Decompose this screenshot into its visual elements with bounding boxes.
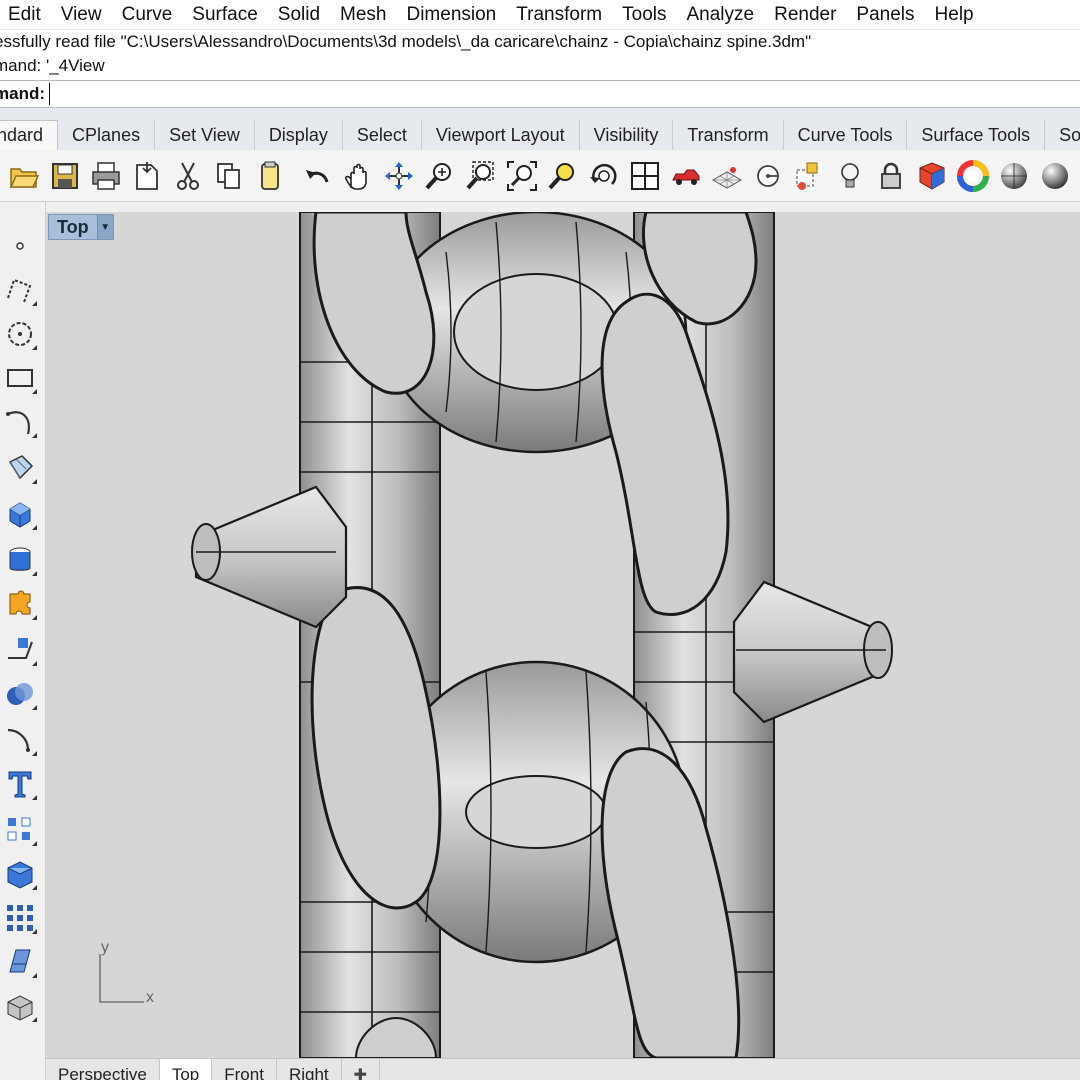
command-prompt-label: mand: [0, 84, 45, 103]
tab-cplanes[interactable]: CPlanes [58, 120, 156, 150]
four-view-icon[interactable] [627, 158, 663, 194]
box-icon[interactable] [0, 494, 40, 534]
rhino-window: Edit View Curve Surface Solid Mesh Dimen… [0, 0, 1080, 1080]
grid-icon[interactable] [709, 158, 745, 194]
menu-dimension[interactable]: Dimension [400, 4, 502, 26]
tab-solid-tools[interactable]: Solid T [1045, 120, 1080, 150]
menu-mesh[interactable]: Mesh [334, 4, 392, 26]
tab-standard[interactable]: ndard [0, 120, 59, 150]
zoom-selected-icon[interactable] [545, 158, 581, 194]
command-history-line: mand: '_4View [0, 56, 105, 75]
command-line: mand: [0, 80, 1080, 108]
tab-curve-tools[interactable]: Curve Tools [784, 120, 908, 150]
viewport-tab-right[interactable]: Right [277, 1059, 342, 1080]
menu-help[interactable]: Help [929, 4, 980, 26]
tab-viewport-layout[interactable]: Viewport Layout [422, 120, 580, 150]
axis-x-label: x [146, 989, 154, 1006]
text-icon[interactable] [0, 764, 40, 804]
car-icon[interactable] [668, 158, 704, 194]
fillet-icon[interactable] [0, 720, 40, 760]
tab-transform[interactable]: Transform [673, 120, 784, 150]
transform-icon[interactable] [0, 630, 40, 670]
menu-surface[interactable]: Surface [186, 4, 263, 26]
zoom-extents-icon[interactable] [504, 158, 540, 194]
lock-icon[interactable] [873, 158, 909, 194]
light-icon[interactable] [832, 158, 868, 194]
color-wheel-icon[interactable] [955, 158, 991, 194]
standard-toolbar [0, 150, 1080, 202]
axis-y-label: y [101, 939, 109, 956]
zoom-window-icon[interactable] [463, 158, 499, 194]
rotate-view-icon[interactable] [381, 158, 417, 194]
open-icon[interactable] [6, 158, 42, 194]
solid-tools-icon[interactable] [0, 854, 40, 894]
import-icon[interactable] [129, 158, 165, 194]
extrude-icon[interactable] [0, 942, 40, 982]
properties-icon[interactable] [791, 158, 827, 194]
menu-bar: Edit View Curve Surface Solid Mesh Dimen… [0, 0, 1080, 30]
toolbar-tabs: ndard CPlanes Set View Display Select Vi… [0, 108, 1080, 150]
menu-panels[interactable]: Panels [850, 4, 920, 26]
circle-icon[interactable] [0, 314, 40, 354]
boolean-icon[interactable] [0, 674, 40, 714]
viewport-title[interactable]: Top ▼ [48, 214, 114, 240]
command-input[interactable] [49, 83, 649, 105]
rectangle-icon[interactable] [0, 358, 40, 398]
chain-model-render: y x [99, 212, 893, 1058]
viewport-tab-top[interactable]: Top [159, 1059, 213, 1080]
cylinder-icon[interactable] [0, 540, 40, 580]
command-history-line: essfully read file "C:\Users\Alessandro\… [0, 32, 812, 51]
solid-box-icon[interactable] [0, 986, 40, 1026]
curve-icon[interactable] [0, 402, 40, 442]
surface-icon[interactable] [0, 448, 40, 488]
rendered-sphere-icon[interactable] [1037, 158, 1073, 194]
rotate-icon[interactable] [586, 158, 622, 194]
viewport-tab-front[interactable]: Front [212, 1059, 277, 1080]
undo-icon[interactable] [299, 158, 335, 194]
menu-transform[interactable]: Transform [510, 4, 608, 26]
menu-curve[interactable]: Curve [116, 4, 179, 26]
polyline-icon[interactable] [0, 270, 40, 310]
paste-icon[interactable] [252, 158, 288, 194]
command-history: essfully read file "C:\Users\Alessandro\… [0, 30, 1080, 80]
menu-analyze[interactable]: Analyze [680, 4, 760, 26]
cut-icon[interactable] [170, 158, 206, 194]
menu-solid[interactable]: Solid [272, 4, 326, 26]
pan-icon[interactable] [340, 158, 376, 194]
point-icon[interactable] [0, 226, 40, 266]
grid-array-icon[interactable] [0, 898, 40, 938]
viewport-name: Top [57, 216, 89, 237]
array-icon[interactable] [0, 810, 40, 850]
print-icon[interactable] [88, 158, 124, 194]
render-icon[interactable] [914, 158, 950, 194]
menu-tools[interactable]: Tools [616, 4, 672, 26]
world-axis-icon [99, 954, 144, 1003]
copy-icon[interactable] [211, 158, 247, 194]
add-viewport-icon[interactable]: ✚ [342, 1059, 381, 1080]
point-icon[interactable] [750, 158, 786, 194]
save-icon[interactable] [47, 158, 83, 194]
viewport-tabs: Perspective Top Front Right ✚ [46, 1058, 1080, 1080]
menu-edit[interactable]: Edit [2, 4, 47, 26]
left-sidebar-toolbar [0, 202, 46, 1080]
tab-select[interactable]: Select [343, 120, 422, 150]
tab-visibility[interactable]: Visibility [580, 120, 674, 150]
tab-surface-tools[interactable]: Surface Tools [907, 120, 1046, 150]
viewport-dropdown-icon[interactable]: ▼ [96, 215, 113, 239]
menu-view[interactable]: View [55, 4, 108, 26]
tab-display[interactable]: Display [255, 120, 343, 150]
zoom-icon[interactable] [422, 158, 458, 194]
shaded-sphere-icon[interactable] [996, 158, 1032, 194]
puzzle-icon[interactable] [0, 584, 40, 624]
tab-set-view[interactable]: Set View [155, 120, 255, 150]
menu-render[interactable]: Render [768, 4, 842, 26]
viewport-tab-perspective[interactable]: Perspective [46, 1059, 160, 1080]
top-viewport[interactable]: Top ▼ y x [46, 212, 1080, 1058]
